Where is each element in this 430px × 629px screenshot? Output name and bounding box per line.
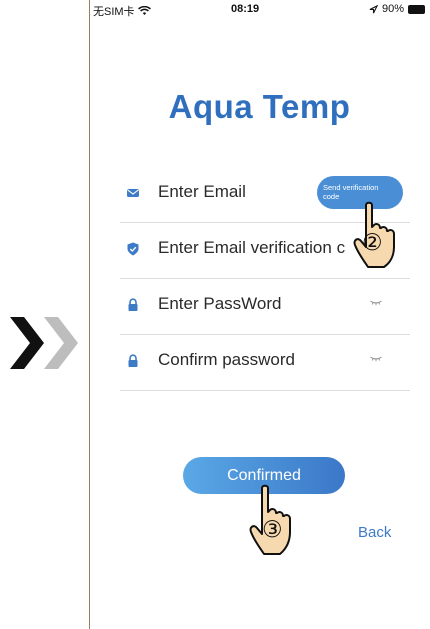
lock-icon — [128, 298, 138, 311]
status-bar: 无SIM卡 08:19 90% — [90, 0, 430, 18]
send-code-label-line2: code — [323, 192, 340, 201]
battery-icon — [408, 4, 425, 14]
shield-check-icon — [127, 242, 139, 256]
wifi-icon — [137, 6, 151, 15]
step-2-marker: ② — [362, 229, 383, 255]
verification-code-input[interactable]: Enter Email verification c — [158, 238, 345, 258]
phone-screen: 无SIM卡 08:19 90% Aqua Temp Enter Email En… — [89, 0, 430, 629]
send-code-label-line1: Send verification — [323, 183, 379, 192]
eye-closed-icon[interactable] — [370, 300, 382, 306]
back-link[interactable]: Back — [358, 524, 391, 541]
confirm-password-row[interactable]: Confirm password — [120, 334, 410, 391]
battery-percent: 90% — [381, 3, 404, 15]
carrier-label: 无SIM卡 — [93, 6, 135, 18]
password-row[interactable]: Enter PassWord — [120, 278, 410, 335]
email-input[interactable]: Enter Email — [158, 182, 246, 202]
app-title: Aqua Temp — [168, 88, 351, 125]
password-input[interactable]: Enter PassWord — [158, 294, 281, 314]
confirm-password-input[interactable]: Confirm password — [158, 350, 295, 370]
location-arrow-icon — [369, 4, 378, 13]
lock-icon — [128, 354, 138, 367]
double-chevron-right-icon — [10, 317, 78, 369]
clock: 08:19 — [231, 3, 260, 15]
envelope-icon — [127, 189, 139, 197]
eye-closed-icon[interactable] — [370, 356, 382, 362]
step-3-marker: ③ — [262, 516, 283, 542]
